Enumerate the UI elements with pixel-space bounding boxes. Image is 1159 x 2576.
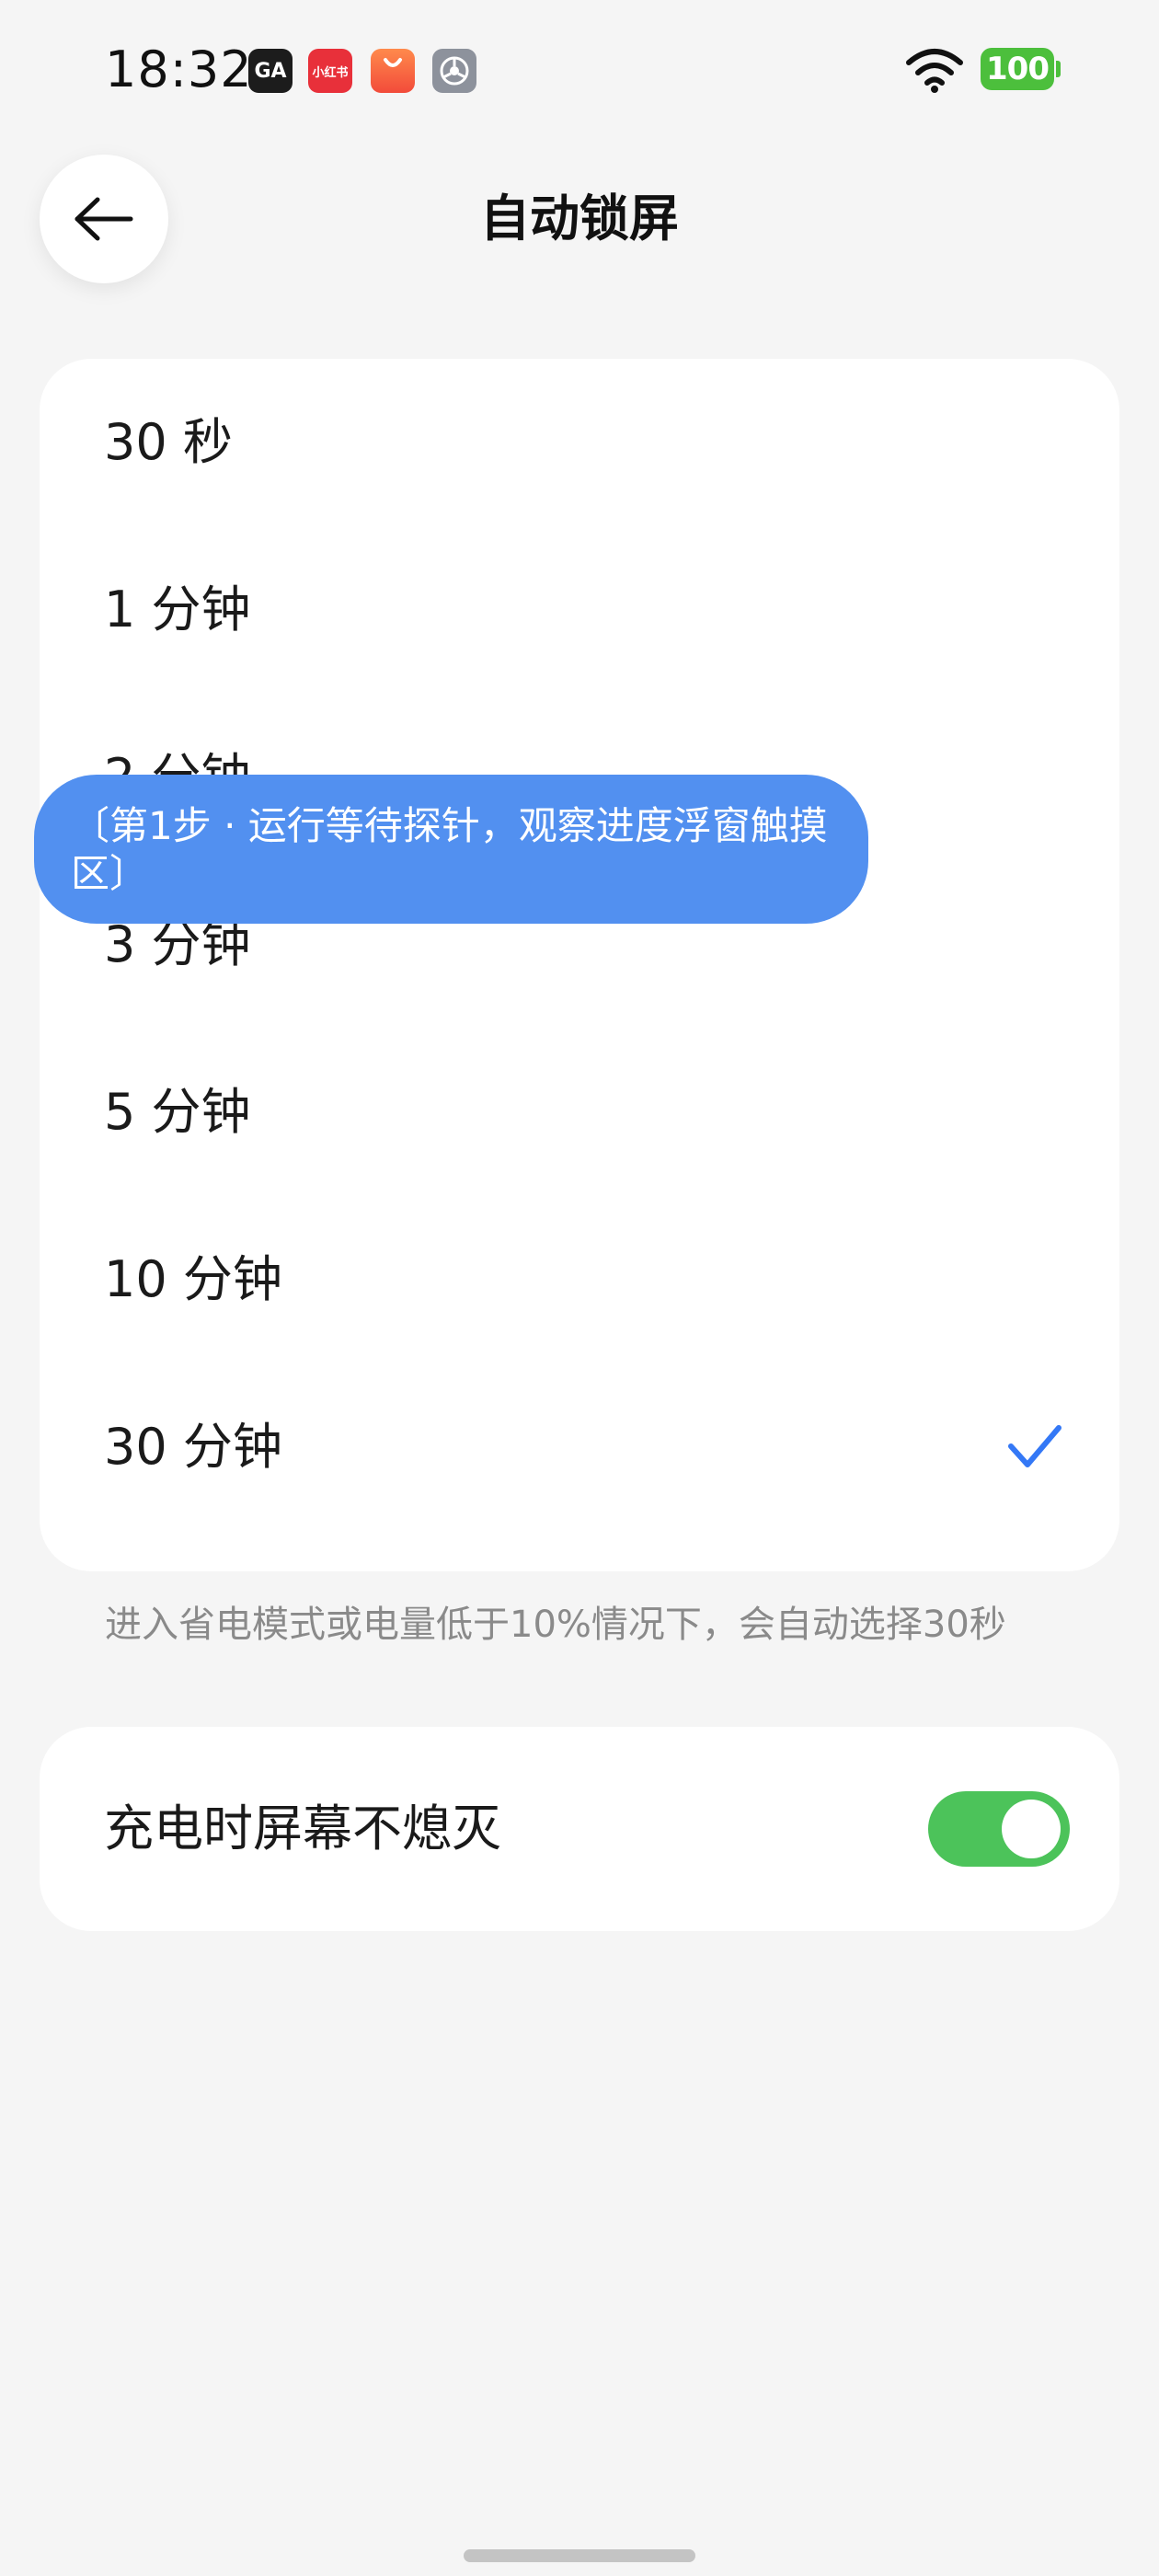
option-label: 30 秒 — [104, 413, 233, 471]
battery-icon: 100 — [981, 48, 1054, 90]
option-label: 10 分钟 — [104, 1250, 282, 1308]
status-bar: 18:32 GA 小红书 100 — [0, 0, 1159, 138]
option-1-minute[interactable]: 1 分钟 — [40, 526, 1119, 694]
charging-setting-card: 充电时屏幕不熄灭 — [40, 1727, 1119, 1931]
settings-app-icon — [432, 49, 476, 93]
status-time: 18:32 — [105, 40, 253, 98]
overlay-text: 〔第1步 · 运行等待探针，观察进度浮窗触摸区〕 — [71, 803, 828, 896]
lock-timeout-options: 30 秒 1 分钟 2 分钟 3 分钟 5 分钟 10 分钟 30 分钟 — [40, 359, 1119, 1571]
option-label: 30 分钟 — [104, 1418, 282, 1476]
ga-app-icon: GA — [248, 49, 293, 93]
power-saving-hint: 进入省电模式或电量低于10%情况下，会自动选择30秒 — [105, 1604, 1006, 1646]
charging-setting-label: 充电时屏幕不熄灭 — [104, 1800, 501, 1857]
home-indicator[interactable] — [464, 2549, 695, 2562]
wifi-icon — [906, 49, 963, 93]
option-label: 1 分钟 — [104, 581, 251, 638]
page-title: 自动锁屏 — [480, 190, 679, 247]
option-10-minutes[interactable]: 10 分钟 — [40, 1196, 1119, 1363]
option-30-minutes[interactable]: 30 分钟 — [40, 1363, 1119, 1531]
xiaohongshu-app-icon: 小红书 — [308, 49, 352, 93]
toggle-knob — [1002, 1800, 1061, 1858]
probe-progress-overlay[interactable]: 〔第1步 · 运行等待探针，观察进度浮窗触摸区〕 — [34, 775, 868, 924]
option-30-seconds[interactable]: 30 秒 — [40, 359, 1119, 526]
option-5-minutes[interactable]: 5 分钟 — [40, 1029, 1119, 1196]
option-label: 5 分钟 — [104, 1083, 251, 1141]
check-icon — [1008, 1425, 1061, 1467]
battery-tip — [1056, 61, 1061, 77]
charging-screen-on-toggle[interactable] — [928, 1791, 1070, 1867]
shop-app-icon — [371, 49, 415, 93]
